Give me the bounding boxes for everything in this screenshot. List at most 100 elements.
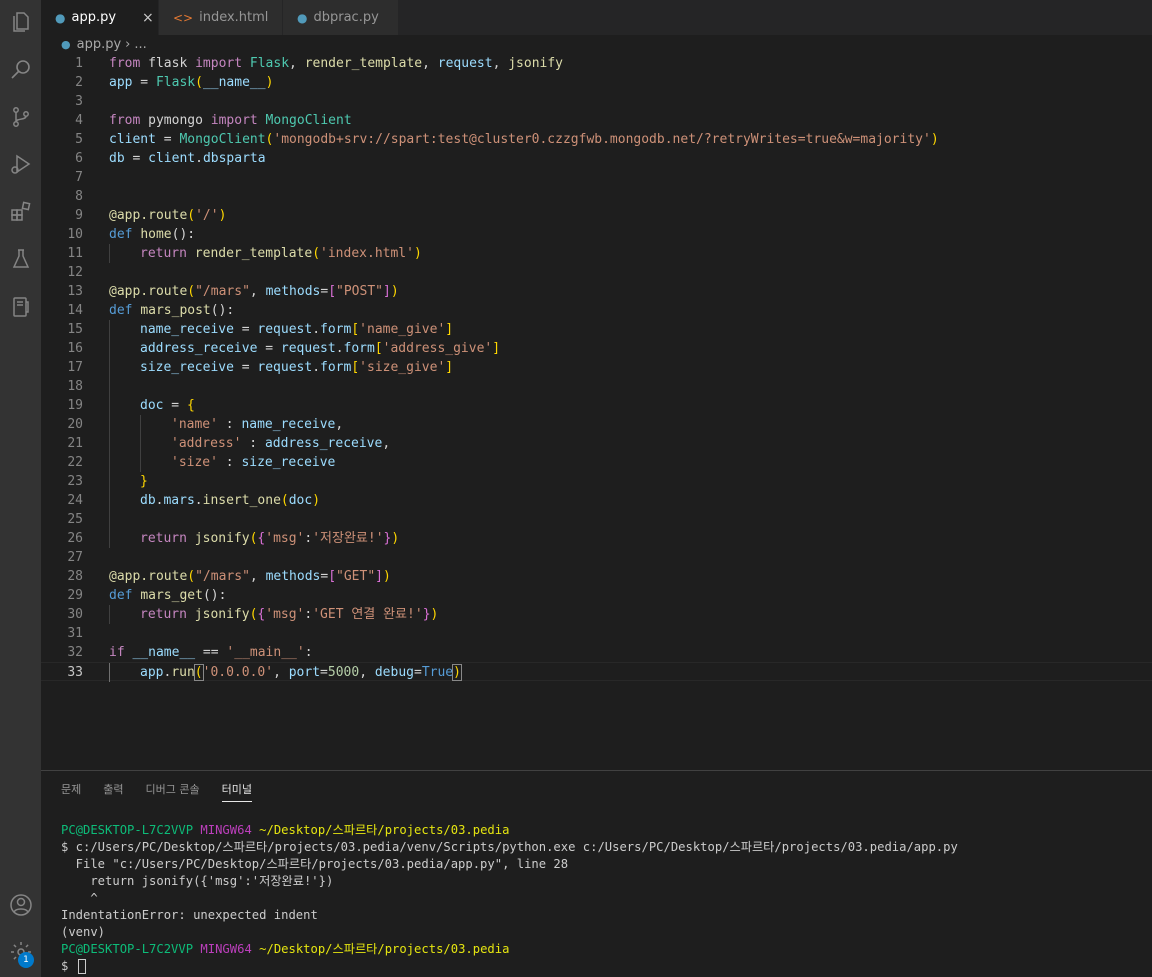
code-line: 'size' : size_receive bbox=[171, 455, 336, 470]
breadcrumb: ● app.py › ... bbox=[41, 35, 1152, 54]
code-line: @app.route("/mars", methods=["GET"]) bbox=[109, 569, 391, 584]
tab-debug-console[interactable]: 디버그 콘솔 bbox=[146, 781, 200, 802]
code-line: app = Flask(__name__) bbox=[109, 75, 274, 90]
tab-index-html[interactable]: <> index.html bbox=[159, 0, 283, 35]
python-icon: ● bbox=[61, 38, 71, 51]
line-number: 9 bbox=[75, 208, 83, 223]
line-number: 21 bbox=[67, 436, 83, 451]
line-number: 31 bbox=[67, 626, 83, 641]
line-number: 10 bbox=[67, 227, 83, 242]
html-icon: <> bbox=[173, 10, 194, 25]
indent-guide bbox=[109, 244, 110, 263]
breadcrumb-symbol[interactable]: ... bbox=[134, 37, 146, 52]
code-editor[interactable]: 1 from flask import Flask, render_templat… bbox=[41, 54, 1152, 770]
run-debug-icon[interactable] bbox=[0, 142, 41, 186]
indent-guide bbox=[109, 320, 110, 339]
line-number: 1 bbox=[75, 56, 83, 71]
tab-output[interactable]: 출력 bbox=[103, 781, 123, 802]
files-icon[interactable] bbox=[0, 0, 41, 44]
close-icon[interactable]: × bbox=[142, 10, 154, 26]
indent-guide bbox=[109, 339, 110, 358]
extensions-icon[interactable] bbox=[0, 190, 41, 234]
line-number: 16 bbox=[67, 341, 83, 356]
code-line: def mars_get(): bbox=[109, 588, 227, 603]
chevron-right-icon: › bbox=[125, 37, 131, 52]
line-number: 3 bbox=[75, 94, 83, 109]
search-icon[interactable] bbox=[0, 47, 41, 91]
indent-guide bbox=[109, 434, 110, 453]
code-line: return jsonify({'msg':'저장완료!'}) bbox=[140, 531, 400, 546]
line-number: 8 bbox=[75, 189, 83, 204]
line-number: 15 bbox=[67, 322, 83, 337]
code-line: size_receive = request.form['size_give'] bbox=[140, 360, 454, 375]
code-line: client = MongoClient('mongodb+srv://spar… bbox=[109, 132, 939, 147]
indent-guide bbox=[109, 491, 110, 510]
testing-icon[interactable] bbox=[0, 237, 41, 281]
indent-guide bbox=[140, 434, 141, 453]
code-line: from flask import Flask, render_template… bbox=[109, 56, 564, 71]
indent-guide bbox=[109, 453, 110, 472]
line-number: 27 bbox=[67, 550, 83, 565]
line-number: 4 bbox=[75, 113, 83, 128]
tab-dbprac-py[interactable]: ● dbprac.py bbox=[283, 0, 399, 35]
line-number: 32 bbox=[67, 645, 83, 660]
terminal-input-line[interactable]: $ bbox=[61, 958, 958, 975]
line-number: 25 bbox=[67, 512, 83, 527]
code-line: return render_template('index.html') bbox=[140, 246, 422, 261]
code-line: def mars_post(): bbox=[109, 303, 235, 318]
settings-badge: 1 bbox=[18, 952, 34, 968]
line-number: 33 bbox=[67, 665, 83, 680]
terminal-venv: (venv) bbox=[61, 925, 106, 939]
code-line: if __name__ == '__main__': bbox=[109, 645, 313, 660]
activity-bar: 1 bbox=[0, 0, 41, 977]
terminal[interactable]: PC@DESKTOP-L7C2VVP MINGW64 ~/Desktop/스파르… bbox=[61, 822, 958, 975]
code-line: app.run('0.0.0.0', port=5000, debug=True… bbox=[140, 664, 462, 681]
line-number: 24 bbox=[67, 493, 83, 508]
code-line: return jsonify({'msg':'GET 연결 완료!'}) bbox=[140, 607, 439, 622]
panel-tabs: 문제 출력 디버그 콘솔 터미널 bbox=[61, 781, 274, 802]
line-number: 13 bbox=[67, 284, 83, 299]
code-line: db = client.dbsparta bbox=[109, 151, 266, 166]
remote-explorer-icon[interactable] bbox=[0, 285, 41, 329]
line-number: 5 bbox=[75, 132, 83, 147]
terminal-cursor bbox=[77, 959, 86, 974]
indent-guide bbox=[109, 472, 110, 491]
code-line: address_receive = request.form['address_… bbox=[140, 341, 501, 356]
indent-guide bbox=[109, 510, 110, 529]
terminal-command: $ c:/Users/PC/Desktop/스파르타/projects/03.p… bbox=[61, 840, 958, 854]
terminal-prompt: PC@DESKTOP-L7C2VVP MINGW64 ~/Desktop/스파르… bbox=[61, 823, 510, 837]
tab-app-py[interactable]: ● app.py × bbox=[41, 0, 159, 35]
indent-guide bbox=[109, 358, 110, 377]
terminal-error: IndentationError: unexpected indent bbox=[61, 908, 318, 922]
code-line: @app.route('/') bbox=[109, 208, 227, 223]
line-number: 22 bbox=[67, 455, 83, 470]
breadcrumb-file[interactable]: app.py bbox=[77, 37, 122, 52]
settings-gear-icon[interactable]: 1 bbox=[0, 930, 41, 974]
account-icon[interactable] bbox=[0, 883, 41, 927]
terminal-output: ^ bbox=[61, 891, 98, 905]
line-number: 28 bbox=[67, 569, 83, 584]
code-line: db.mars.insert_one(doc) bbox=[140, 493, 321, 508]
indent-guide bbox=[140, 415, 141, 434]
line-number: 2 bbox=[75, 75, 83, 90]
code-line: } bbox=[140, 474, 148, 489]
terminal-prompt: PC@DESKTOP-L7C2VVP MINGW64 ~/Desktop/스파르… bbox=[61, 942, 510, 956]
line-number: 26 bbox=[67, 531, 83, 546]
line-number: 19 bbox=[67, 398, 83, 413]
line-number: 18 bbox=[67, 379, 83, 394]
tab-problems[interactable]: 문제 bbox=[61, 781, 81, 802]
line-number: 20 bbox=[67, 417, 83, 432]
code-line: def home(): bbox=[109, 227, 196, 242]
indent-guide bbox=[140, 453, 141, 472]
tab-label: index.html bbox=[199, 10, 269, 25]
code-line: 'name' : name_receive, bbox=[171, 417, 344, 432]
line-number: 29 bbox=[67, 588, 83, 603]
indent-guide bbox=[109, 663, 110, 682]
code-line: from pymongo import MongoClient bbox=[109, 113, 352, 128]
line-number: 30 bbox=[67, 607, 83, 622]
tab-terminal[interactable]: 터미널 bbox=[221, 781, 252, 802]
current-line: 33 app.run('0.0.0.0', port=5000, debug=Tr… bbox=[41, 662, 1152, 682]
line-number: 17 bbox=[67, 360, 83, 375]
source-control-icon[interactable] bbox=[0, 95, 41, 139]
line-number: 14 bbox=[67, 303, 83, 318]
